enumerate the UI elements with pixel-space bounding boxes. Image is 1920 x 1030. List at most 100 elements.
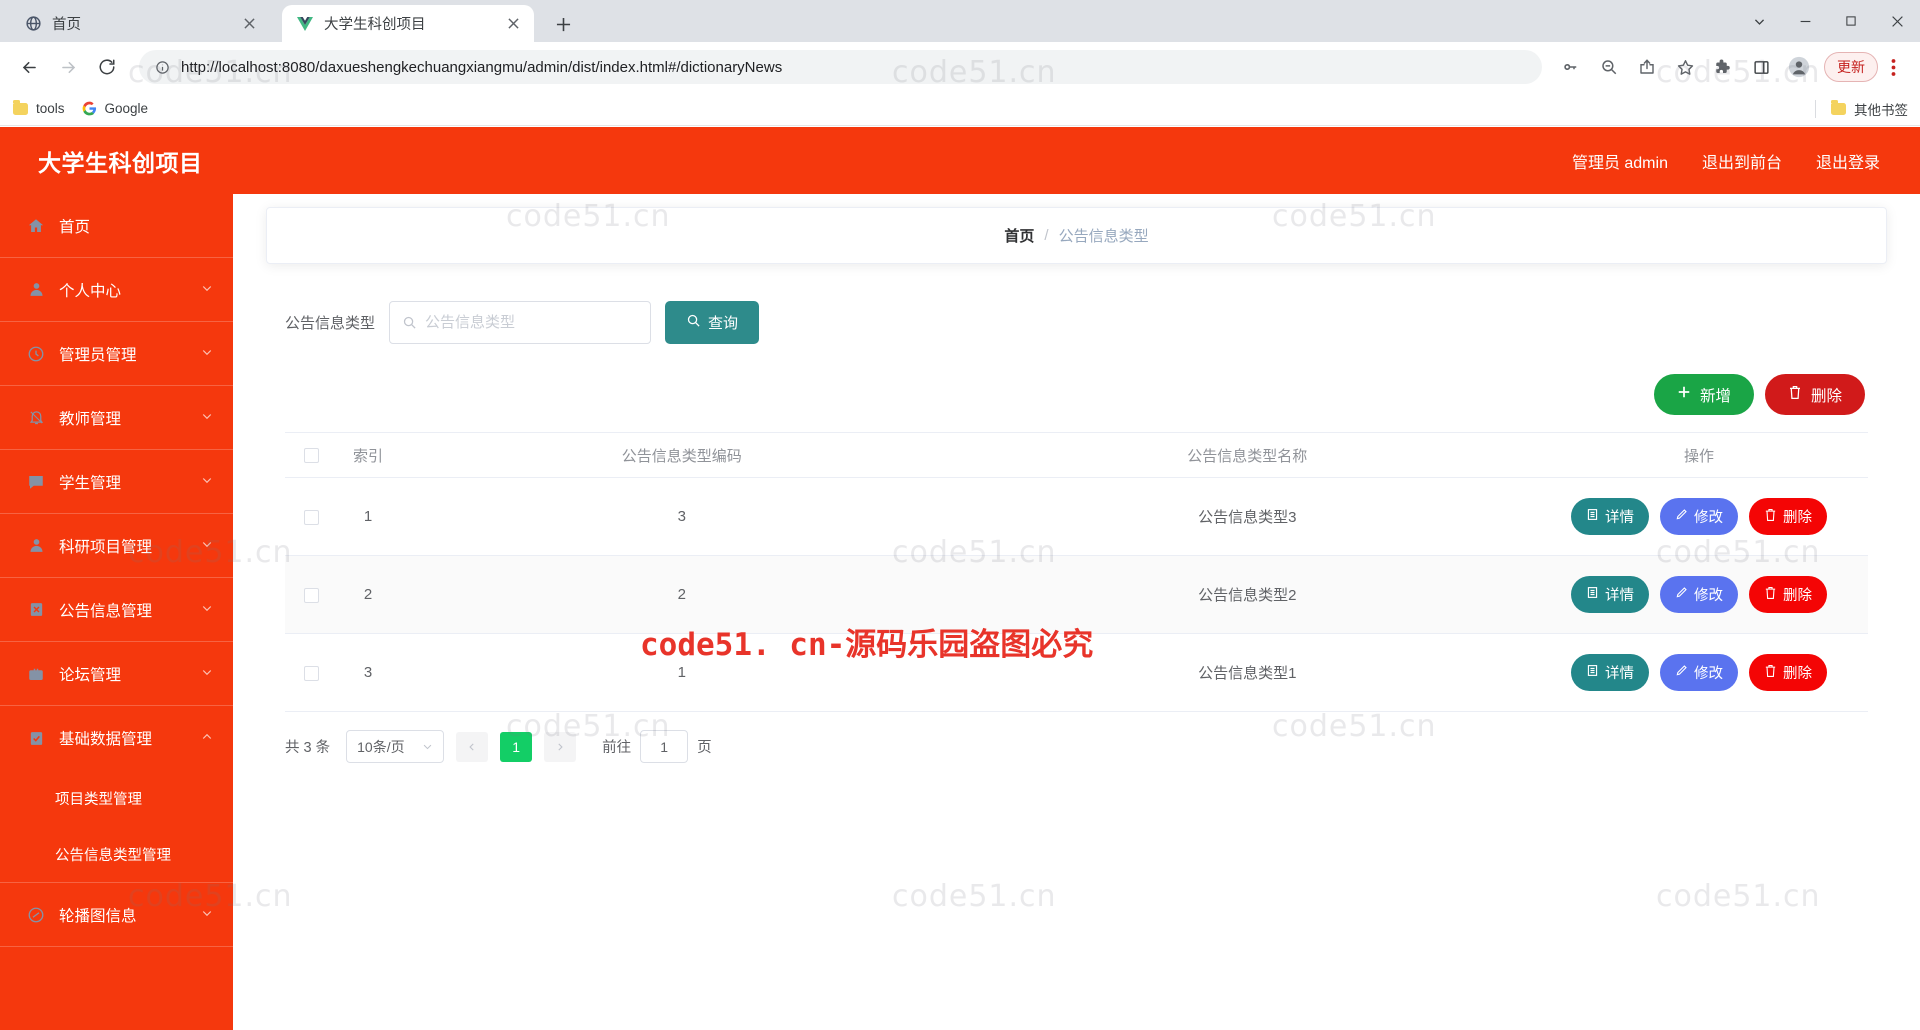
search-button[interactable]: 查询 [665,301,760,344]
detail-button[interactable]: 详情 [1571,654,1649,691]
prev-page-button[interactable] [456,731,489,762]
document-icon [1586,664,1599,681]
table-row[interactable]: 2 2 公告信息类型2 详情 修改 删除 [285,555,1868,634]
breadcrumb-home[interactable]: 首页 [1004,225,1034,246]
sidebar-item-forum-management[interactable]: 论坛管理 [0,642,233,706]
row-delete-button[interactable]: 删除 [1749,576,1827,613]
header-exit-to-front[interactable]: 退出到前台 [1702,149,1782,173]
sidebar-item-carousel-info[interactable]: 轮播图信息 [0,883,233,947]
page-jump-suffix: 页 [697,740,712,756]
sidebar-item-home[interactable]: 首页 [0,194,233,258]
tab-title: 首页 [52,17,81,33]
sidebar-item-label: 教师管理 [59,410,122,428]
bookmark-tools[interactable]: tools [12,100,65,117]
row-checkbox[interactable] [303,509,319,525]
table-body: 1 3 公告信息类型3 详情 修改 删除 2 2 公告信息类型2 详情 修改 删… [285,477,1868,712]
search-input-wrapper[interactable] [389,301,652,344]
extensions-icon[interactable] [1707,51,1739,83]
header-admin-label[interactable]: 管理员 admin [1572,149,1668,173]
search-icon [402,315,417,330]
table-row[interactable]: 1 3 公告信息类型3 详情 修改 删除 [285,477,1868,556]
share-icon[interactable] [1631,51,1663,83]
edit-button-label: 修改 [1694,588,1723,604]
briefcase-icon [26,664,46,684]
row-checkbox[interactable] [303,665,319,681]
user-icon [26,280,46,300]
star-icon[interactable] [1669,51,1701,83]
update-button[interactable]: 更新 [1824,52,1878,82]
page-size-select[interactable]: 10条/页 [346,730,445,763]
row-delete-button-label: 删除 [1783,510,1812,526]
bookmark-google[interactable]: Google [81,100,148,117]
search-icon [686,313,701,332]
table-actions: 新增 删除 [233,374,1865,415]
sidebar-item-admin-management[interactable]: 管理员管理 [0,322,233,386]
edit-button[interactable]: 修改 [1660,576,1738,613]
detail-button[interactable]: 详情 [1571,498,1649,535]
close-icon[interactable] [502,13,524,35]
forward-button[interactable] [51,50,85,84]
table-row[interactable]: 3 1 公告信息类型1 详情 修改 删除 [285,633,1868,712]
maximize-icon[interactable] [1828,0,1874,42]
sidebar-subitem-announcement-type-management[interactable]: 公告信息类型管理 [0,826,233,882]
new-tab-button[interactable] [548,9,578,39]
sidebar-subitem-project-type-management[interactable]: 项目类型管理 [0,770,233,826]
document-icon [1586,508,1599,525]
browser-menu-button[interactable] [1878,51,1908,83]
chevron-down-icon [201,346,213,361]
pencil-icon [1675,586,1688,603]
user-solid-icon [26,536,46,556]
cell-name: 公告信息类型3 [964,477,1530,556]
header-logout[interactable]: 退出登录 [1816,149,1880,173]
page-jump-input[interactable] [640,730,689,763]
back-button[interactable] [12,50,46,84]
sidebar-item-research-project-management[interactable]: 科研项目管理 [0,514,233,578]
row-delete-button[interactable]: 删除 [1749,654,1827,691]
chevron-down-icon[interactable] [1736,0,1782,42]
batch-delete-button[interactable]: 删除 [1764,374,1865,415]
edit-button[interactable]: 修改 [1660,498,1738,535]
key-icon[interactable] [1555,51,1587,83]
breadcrumb-card: 首页 / 公告信息类型 [266,207,1887,264]
reload-button[interactable] [90,50,124,84]
page-jump: 前往 页 [602,730,712,763]
address-bar[interactable]: http://localhost:8080/daxueshengkechuang… [139,50,1542,84]
profile-icon[interactable] [1783,51,1815,83]
add-button-label: 新增 [1699,387,1731,405]
sidebar-item-announcement-management[interactable]: 公告信息管理 [0,578,233,642]
other-bookmarks[interactable]: 其他书签 [1815,99,1908,119]
minimize-icon[interactable] [1782,0,1828,42]
row-delete-button[interactable]: 删除 [1749,498,1827,535]
detail-button[interactable]: 详情 [1571,576,1649,613]
select-all-checkbox[interactable] [303,448,319,464]
sidebar-item-student-management[interactable]: 学生管理 [0,450,233,514]
search-input[interactable] [425,314,639,331]
bookmark-label: tools [36,101,65,116]
cell-name: 公告信息类型2 [964,555,1530,634]
cell-code: 3 [399,477,965,556]
close-icon[interactable] [1874,0,1920,42]
edit-button[interactable]: 修改 [1660,654,1738,691]
trash-icon [1764,664,1777,682]
chevron-down-icon [201,602,213,617]
browser-tab-1[interactable]: 首页 [10,5,270,42]
chevron-down-icon [201,538,213,553]
next-page-button[interactable] [544,731,577,762]
zoom-out-icon[interactable] [1593,51,1625,83]
page-number-1[interactable]: 1 [500,731,533,762]
cell-code: 2 [399,555,965,634]
row-checkbox[interactable] [303,587,319,603]
side-panel-icon[interactable] [1745,51,1777,83]
search-bar: 公告信息类型 查询 [285,301,1920,344]
close-icon[interactable] [238,13,260,35]
sidebar-item-personal-center[interactable]: 个人中心 [0,258,233,322]
sidebar-item-teacher-management[interactable]: 教师管理 [0,386,233,450]
add-button[interactable]: 新增 [1653,374,1754,415]
data-table-wrapper: 索引 公告信息类型编码 公告信息类型名称 操作 1 3 公告信息类型3 详情 修… [285,432,1868,712]
sidebar-item-basic-data-management[interactable]: 基础数据管理 [0,706,233,770]
info-icon[interactable] [153,58,171,76]
browser-tab-2[interactable]: 大学生科创项目 [282,5,534,42]
row-select-cell [285,633,337,712]
row-delete-button-label: 删除 [1783,666,1812,682]
detail-button-label: 详情 [1605,666,1634,682]
